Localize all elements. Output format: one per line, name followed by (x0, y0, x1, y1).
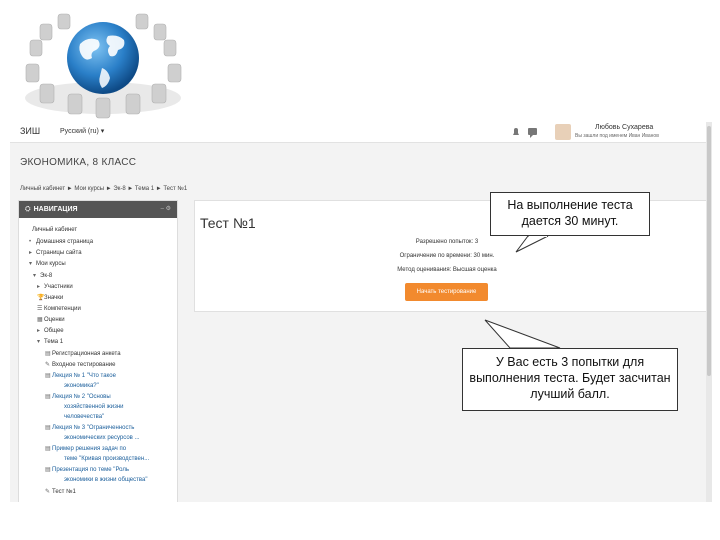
callout-tail-attempts (484, 319, 561, 350)
callout-attempts: У Вас есть 3 попытки для выполнения тест… (462, 348, 678, 411)
